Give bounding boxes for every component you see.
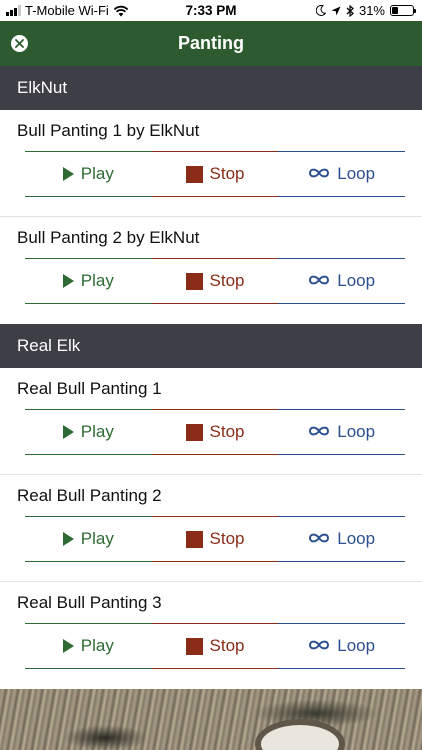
sound-list: ElkNut Bull Panting 1 by ElkNut Play Stop Lo… bbox=[0, 66, 422, 689]
loop-button[interactable]: Loop bbox=[278, 411, 405, 453]
play-label: Play bbox=[80, 164, 114, 183]
section-header: ElkNut bbox=[0, 66, 422, 110]
stop-button[interactable]: Stop bbox=[152, 518, 279, 560]
battery-fill bbox=[392, 7, 399, 14]
sound-title: Bull Panting 2 by ElkNut bbox=[17, 228, 200, 247]
sound-controls: Play Stop Loop bbox=[25, 411, 405, 453]
controls-divider-top bbox=[25, 623, 406, 624]
sound-title: Real Bull Panting 1 bbox=[17, 379, 162, 398]
play-label: Play bbox=[80, 529, 114, 548]
play-button[interactable]: Play bbox=[25, 518, 152, 560]
controls-divider-bottom bbox=[25, 561, 406, 562]
play-button[interactable]: Play bbox=[25, 260, 152, 302]
sound-row: Real Bull Panting 1 Play Stop Loop bbox=[0, 368, 422, 475]
play-icon bbox=[62, 274, 74, 288]
play-label: Play bbox=[80, 271, 114, 290]
infinity-icon bbox=[308, 636, 330, 656]
bark-hole-shape bbox=[255, 719, 345, 750]
loop-label: Loop bbox=[337, 636, 376, 655]
battery-percent: 31% bbox=[358, 3, 385, 18]
status-right: 31% bbox=[315, 3, 416, 18]
bluetooth-icon bbox=[346, 4, 354, 17]
nav-bar: Panting bbox=[0, 21, 422, 66]
sound-row: Real Bull Panting 3 Play Stop Loop bbox=[0, 582, 422, 689]
moon-icon bbox=[315, 5, 326, 16]
sound-title: Real Bull Panting 2 bbox=[17, 486, 162, 505]
sound-title: Bull Panting 1 by ElkNut bbox=[17, 121, 200, 140]
loop-button[interactable]: Loop bbox=[278, 153, 405, 195]
tree-bark-image bbox=[0, 689, 422, 750]
play-button[interactable]: Play bbox=[25, 625, 152, 667]
controls-divider-bottom bbox=[25, 668, 406, 669]
stop-icon bbox=[185, 423, 203, 441]
stop-icon bbox=[185, 272, 203, 290]
sound-controls: Play Stop Loop bbox=[25, 153, 405, 195]
loop-label: Loop bbox=[337, 422, 376, 441]
battery-icon bbox=[390, 5, 416, 16]
stop-label: Stop bbox=[209, 636, 245, 655]
stop-label: Stop bbox=[209, 529, 245, 548]
infinity-icon bbox=[308, 529, 330, 549]
page-title: Panting bbox=[178, 33, 244, 53]
loop-label: Loop bbox=[337, 164, 376, 183]
controls-divider-bottom bbox=[25, 454, 406, 455]
status-bar: T-Mobile Wi-Fi 7:33 PM 31% bbox=[0, 0, 422, 21]
play-icon bbox=[62, 425, 74, 439]
play-label: Play bbox=[80, 636, 114, 655]
stop-icon bbox=[185, 530, 203, 548]
loop-button[interactable]: Loop bbox=[278, 518, 405, 560]
controls-divider-top bbox=[25, 258, 406, 259]
sound-controls: Play Stop Loop bbox=[25, 518, 405, 560]
stop-icon bbox=[185, 165, 203, 183]
stop-button[interactable]: Stop bbox=[152, 153, 279, 195]
play-icon bbox=[62, 639, 74, 653]
play-icon bbox=[62, 167, 74, 181]
infinity-icon bbox=[308, 164, 330, 184]
controls-divider-top bbox=[25, 516, 406, 517]
stop-label: Stop bbox=[209, 164, 245, 183]
loop-button[interactable]: Loop bbox=[278, 260, 405, 302]
play-button[interactable]: Play bbox=[25, 411, 152, 453]
section-header: Real Elk bbox=[0, 324, 422, 368]
play-icon bbox=[62, 532, 74, 546]
sound-row: Real Bull Panting 2 Play Stop Loop bbox=[0, 475, 422, 582]
sound-controls: Play Stop Loop bbox=[25, 625, 405, 667]
play-button[interactable]: Play bbox=[25, 153, 152, 195]
infinity-icon bbox=[308, 422, 330, 442]
controls-divider-bottom bbox=[25, 303, 406, 304]
infinity-icon bbox=[308, 271, 330, 291]
stop-label: Stop bbox=[209, 271, 245, 290]
sound-row: Bull Panting 1 by ElkNut Play Stop Loop bbox=[0, 110, 422, 217]
sound-controls: Play Stop Loop bbox=[25, 260, 405, 302]
stop-label: Stop bbox=[209, 422, 245, 441]
stop-icon bbox=[185, 637, 203, 655]
controls-divider-top bbox=[25, 409, 406, 410]
stop-button[interactable]: Stop bbox=[152, 260, 279, 302]
stop-button[interactable]: Stop bbox=[152, 411, 279, 453]
play-label: Play bbox=[80, 422, 114, 441]
loop-label: Loop bbox=[337, 271, 376, 290]
controls-divider-top bbox=[25, 151, 406, 152]
controls-divider-bottom bbox=[25, 196, 406, 197]
location-arrow-icon bbox=[331, 6, 341, 15]
loop-button[interactable]: Loop bbox=[278, 625, 405, 667]
loop-label: Loop bbox=[337, 529, 376, 548]
sound-row: Bull Panting 2 by ElkNut Play Stop Loop bbox=[0, 217, 422, 324]
stop-button[interactable]: Stop bbox=[152, 625, 279, 667]
sound-title: Real Bull Panting 3 bbox=[17, 593, 162, 612]
